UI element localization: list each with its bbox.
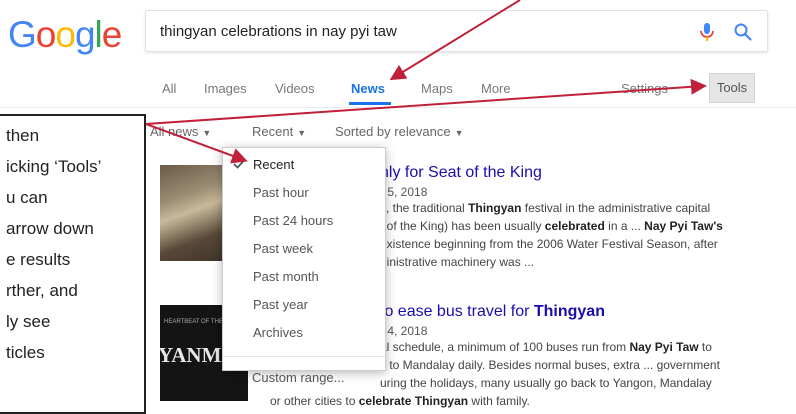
callout-line: then: [6, 126, 40, 145]
tab-all[interactable]: All: [162, 81, 176, 96]
news-result: to ease bus travel for Thingyan r 4, 201…: [270, 303, 780, 410]
tabs-divider: [0, 107, 796, 108]
snippet-text: s, the traditional: [380, 201, 469, 215]
search-input[interactable]: thingyan celebrations in nay pyi taw: [160, 23, 397, 40]
snippet-line: uring the holidays, many usually go back…: [380, 374, 780, 392]
snippet-text: existence beginning from the 2006 Water …: [380, 237, 718, 251]
snippet-text: in a ...: [604, 219, 645, 233]
result-snippet: al schedule, a minimum of 100 buses run …: [270, 338, 780, 410]
snippet-line: s to Mandalay daily. Besides normal buse…: [380, 356, 780, 374]
search-box[interactable]: thingyan celebrations in nay pyi taw: [145, 10, 768, 52]
checkmark-icon: [233, 159, 245, 169]
recent-label: Recent: [252, 124, 294, 139]
sort-label: Sorted by relevance: [335, 124, 451, 139]
result-date: r 5, 2018: [380, 185, 428, 199]
tab-news[interactable]: News: [351, 81, 385, 96]
tab-settings[interactable]: Settings: [621, 81, 668, 96]
snippet-text: with family.: [468, 394, 530, 408]
dropdown-separator: [223, 356, 385, 357]
snippet-line: t of the King) has been usually celebrat…: [380, 217, 780, 235]
dropdown-item-past-hour[interactable]: Past hour: [253, 185, 309, 200]
recency-dropdown-menu: Recent Past hour Past 24 hours Past week…: [222, 147, 386, 371]
snippet-text: festival in the administrative capital: [521, 201, 711, 215]
tab-videos[interactable]: Videos: [275, 81, 315, 96]
snippet-text: s to Mandalay daily. Besides normal buse…: [380, 358, 720, 372]
title-bold: Thingyan: [533, 303, 605, 320]
snippet-line: existence beginning from the 2006 Water …: [380, 235, 780, 253]
callout-line: rther, and: [6, 281, 78, 300]
snippet-text: uring the holidays, many usually go back…: [380, 376, 712, 390]
logo-letter: G: [8, 14, 37, 55]
snippet-text: t of the King) has been usually: [380, 219, 545, 233]
title-text: to ease bus travel for: [380, 303, 534, 320]
callout-line: ticles: [6, 343, 45, 362]
logo-letter: o: [55, 14, 76, 55]
snippet-line: s, the traditional Thingyan festival in …: [380, 199, 780, 217]
caret-down-icon: ▼: [202, 128, 212, 138]
snippet-text: or other cities to: [270, 394, 359, 408]
google-logo[interactable]: Google: [8, 14, 123, 56]
result-snippet: s, the traditional Thingyan festival in …: [380, 199, 780, 271]
dropdown-item-custom-range[interactable]: Custom range...: [252, 370, 345, 385]
news-result: nly for Seat of the King r 5, 2018 s, th…: [380, 164, 780, 271]
tab-maps[interactable]: Maps: [421, 81, 453, 96]
snippet-line: ninistrative machinery was ...: [380, 253, 780, 271]
snippet-text: al schedule, a minimum of 100 buses run …: [380, 340, 630, 354]
annotation-callout: then icking ‘Tools’ u can arrow down e r…: [0, 114, 146, 414]
tools-button[interactable]: Tools: [709, 73, 755, 103]
callout-line: arrow down: [6, 219, 94, 238]
tab-images[interactable]: Images: [204, 81, 247, 96]
result-date: r 4, 2018: [380, 324, 428, 338]
caret-down-icon: ▼: [297, 128, 307, 138]
snippet-text: to: [698, 340, 712, 354]
snippet-line: or other cities to celebrate Thingyan wi…: [270, 392, 780, 410]
sort-filter[interactable]: Sorted by relevance ▼: [335, 124, 464, 139]
logo-letter: l: [94, 14, 103, 55]
all-news-filter[interactable]: All news ▼: [150, 124, 211, 139]
snippet-bold: Nay Pyi Taw: [629, 340, 699, 354]
callout-line: u can: [6, 188, 48, 207]
dropdown-item-past-month[interactable]: Past month: [253, 269, 319, 284]
result-title[interactable]: to ease bus travel for Thingyan: [380, 303, 780, 321]
active-tab-indicator: [349, 102, 391, 105]
dropdown-item-past-24-hours[interactable]: Past 24 hours: [253, 213, 333, 228]
result-title[interactable]: nly for Seat of the King: [380, 164, 780, 182]
snippet-bold: Nay Pyi Taw's: [644, 219, 723, 233]
snippet-bold: Thingyan: [468, 201, 522, 215]
callout-line: icking ‘Tools’: [6, 157, 102, 176]
logo-letter: g: [74, 14, 96, 55]
callout-line: ly see: [6, 312, 51, 331]
mic-icon[interactable]: [697, 21, 717, 43]
search-tabs: All Images Videos News Maps More Setting…: [0, 75, 796, 107]
dropdown-item-archives[interactable]: Archives: [253, 325, 303, 340]
logo-letter: e: [101, 14, 123, 55]
logo-letter: o: [35, 14, 57, 55]
dropdown-item-past-week[interactable]: Past week: [253, 241, 313, 256]
recent-filter[interactable]: Recent ▼: [252, 124, 306, 139]
dropdown-item-recent[interactable]: Recent: [253, 157, 294, 172]
caret-down-icon: ▼: [454, 128, 464, 138]
dropdown-item-past-year[interactable]: Past year: [253, 297, 308, 312]
callout-line: e results: [6, 250, 71, 269]
all-news-label: All news: [150, 124, 199, 139]
search-icon[interactable]: [733, 22, 753, 42]
snippet-bold: celebrate Thingyan: [358, 394, 469, 408]
snippet-line: al schedule, a minimum of 100 buses run …: [380, 338, 780, 356]
snippet-text: ninistrative machinery was ...: [380, 255, 535, 269]
snippet-bold: celebrated: [544, 219, 605, 233]
tab-more[interactable]: More: [481, 81, 511, 96]
